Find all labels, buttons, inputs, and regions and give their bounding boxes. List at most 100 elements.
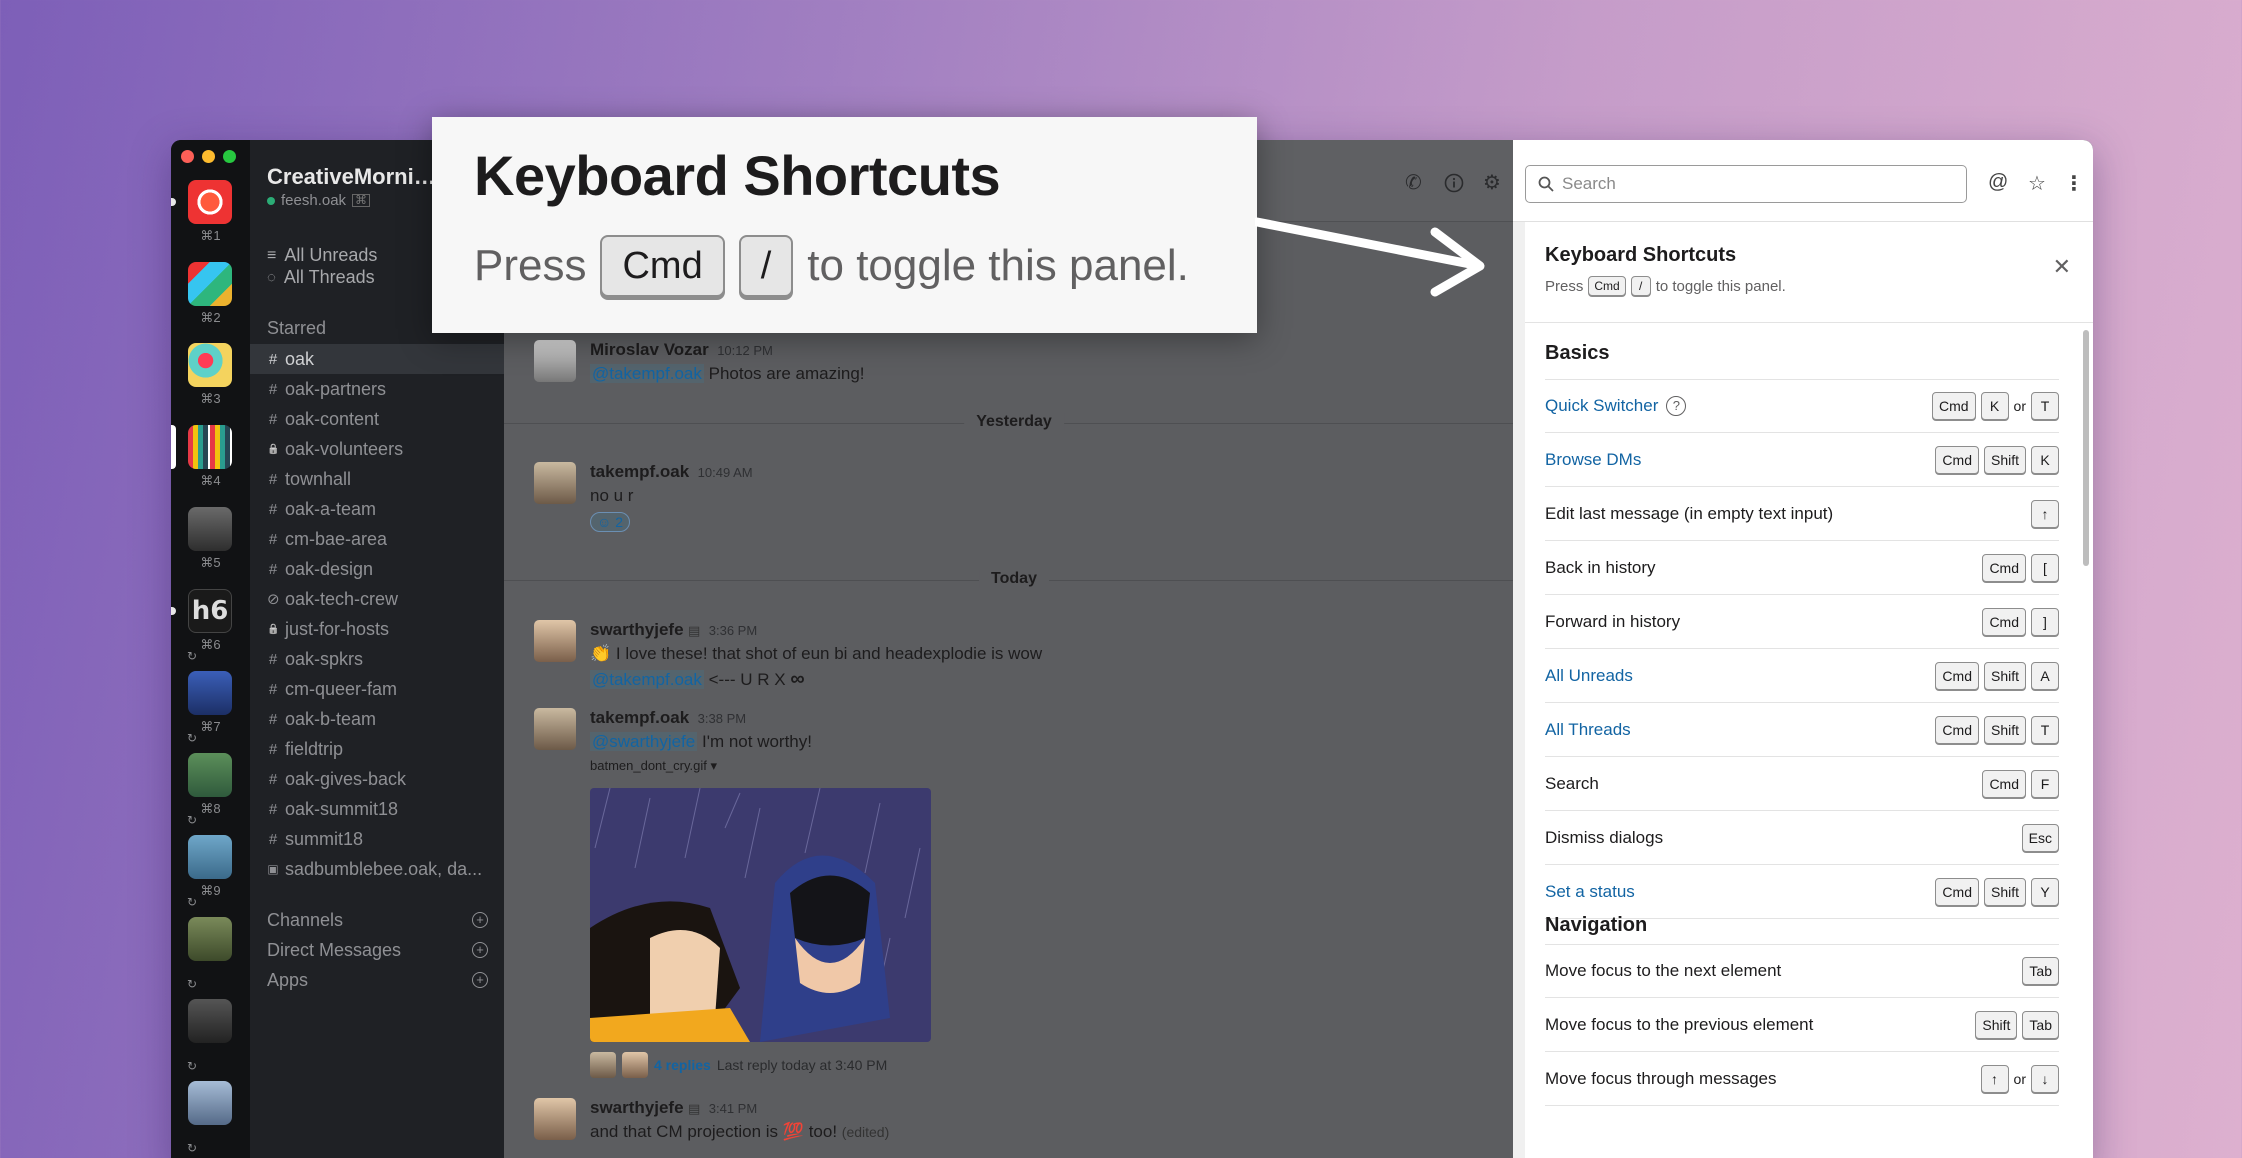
- workspace-4-icon[interactable]: [188, 425, 232, 469]
- add-dm-icon[interactable]: +: [472, 942, 488, 958]
- channels-header[interactable]: Channels: [267, 910, 343, 931]
- navigation-heading: Navigation: [1545, 914, 1648, 936]
- avatar[interactable]: [534, 708, 576, 750]
- workspace-5-icon[interactable]: [188, 507, 232, 551]
- shortcut-row[interactable]: Quick Switcher? Cmd Kor T: [1545, 379, 2059, 433]
- clap-emoji-icon: 👏: [590, 644, 612, 663]
- close-window-button[interactable]: [181, 150, 194, 163]
- add-app-icon[interactable]: +: [472, 972, 488, 988]
- avatar[interactable]: [534, 340, 576, 382]
- message-time[interactable]: 10:12 PM: [717, 343, 773, 358]
- more-options-icon[interactable]: ⋮: [2064, 171, 2084, 196]
- message-author[interactable]: swarthyjefe: [590, 620, 684, 639]
- sidebar-item-oak-b-team[interactable]: # oak-b-team: [250, 704, 504, 734]
- presence-dot: [267, 196, 275, 205]
- mentions-icon[interactable]: @: [1988, 171, 2008, 194]
- mention-link[interactable]: @takempf.oak: [590, 364, 704, 383]
- avatar[interactable]: [534, 620, 576, 662]
- gif-attachment[interactable]: [590, 788, 931, 1042]
- workspace-shortcut-label: ⌘8: [200, 801, 221, 816]
- sidebar-item-oak-summit18[interactable]: # oak-summit18: [250, 794, 504, 824]
- workspace-7-icon[interactable]: [188, 671, 232, 715]
- shortcut-label[interactable]: Set a status: [1545, 882, 1635, 902]
- workspace-extra-icon[interactable]: [188, 917, 232, 961]
- all-unreads-nav[interactable]: ≡ All Unreads: [267, 245, 377, 266]
- shortcut-label: Dismiss dialogs: [1545, 828, 1663, 848]
- add-channel-icon[interactable]: +: [472, 912, 488, 928]
- sidebar-item-just-for-hosts[interactable]: 🔒 just-for-hosts: [250, 614, 504, 644]
- sidebar-item-fieldtrip[interactable]: # fieldtrip: [250, 734, 504, 764]
- kbd-key: ]: [2031, 607, 2059, 636]
- workspace-1-icon[interactable]: [188, 180, 232, 224]
- sidebar-item-oak-a-team[interactable]: # oak-a-team: [250, 494, 504, 524]
- file-name[interactable]: batmen_dont_cry.gif ▾: [590, 758, 812, 774]
- sidebar-item-oak-spkrs[interactable]: # oak-spkrs: [250, 644, 504, 674]
- workspace-8-icon[interactable]: [188, 753, 232, 797]
- all-threads-nav[interactable]: ◌ All Threads: [267, 267, 375, 288]
- reaction-pill[interactable]: ☺ 2: [590, 512, 630, 532]
- shortcut-row[interactable]: Set a status Cmd Shift Y: [1545, 865, 2059, 919]
- replies-link[interactable]: 4 replies: [654, 1057, 711, 1073]
- info-icon[interactable]: [1444, 173, 1464, 193]
- message-time[interactable]: 10:49 AM: [698, 465, 753, 480]
- sidebar-item-oak-volunteers[interactable]: 🔒 oak-volunteers: [250, 434, 504, 464]
- message-content: I love these! that shot of eun bi and he…: [615, 644, 1043, 663]
- sidebar-item-oak-tech-crew[interactable]: ⊘ oak-tech-crew: [250, 584, 504, 614]
- workspace-3-icon[interactable]: [188, 343, 232, 387]
- sidebar-item-oak-gives-back[interactable]: # oak-gives-back: [250, 764, 504, 794]
- sidebar-item-cm-queer-fam[interactable]: # cm-queer-fam: [250, 674, 504, 704]
- user-status[interactable]: feesh.oak ⌘: [267, 192, 371, 209]
- message-author[interactable]: takempf.oak: [590, 708, 689, 727]
- avatar[interactable]: [534, 462, 576, 504]
- shortcut-label: Move focus through messages: [1545, 1069, 1777, 1089]
- workspace-extra-icon[interactable]: [188, 1081, 232, 1125]
- shortcut-row[interactable]: All Unreads Cmd Shift A: [1545, 649, 2059, 703]
- mention-link[interactable]: @swarthyjefe: [590, 732, 698, 751]
- shortcut-row[interactable]: Browse DMs Cmd Shift K: [1545, 433, 2059, 487]
- channel-name: oak-b-team: [285, 708, 377, 729]
- sidebar-item-townhall[interactable]: # townhall: [250, 464, 504, 494]
- message-author[interactable]: Miroslav Vozar: [590, 340, 709, 359]
- starred-header[interactable]: Starred: [267, 318, 326, 339]
- sidebar-item-oak-design[interactable]: # oak-design: [250, 554, 504, 584]
- zoom-window-button[interactable]: [223, 150, 236, 163]
- help-icon[interactable]: ?: [1666, 396, 1687, 416]
- shortcut-label[interactable]: Browse DMs: [1545, 450, 1641, 470]
- star-icon[interactable]: ☆: [2028, 171, 2046, 196]
- workspace-extra-icon[interactable]: [188, 999, 232, 1043]
- apps-header[interactable]: Apps: [267, 970, 308, 991]
- sidebar-item-oak-content[interactable]: # oak-content: [250, 404, 504, 434]
- message-time[interactable]: 3:36 PM: [709, 623, 757, 638]
- shortcut-label-text: Forward in history: [1545, 611, 1681, 631]
- callout-subtitle: Press Cmd / to toggle this panel.: [474, 235, 1189, 297]
- phone-icon[interactable]: ✆: [1405, 170, 1422, 195]
- thread-replies[interactable]: 4 replies Last reply today at 3:40 PM: [590, 1052, 887, 1078]
- scrollbar[interactable]: [2083, 330, 2089, 566]
- shortcut-row[interactable]: All Threads Cmd Shift T: [1545, 703, 2059, 757]
- shortcut-label[interactable]: Quick Switcher?: [1545, 396, 1687, 416]
- search-input[interactable]: Search: [1525, 165, 1967, 203]
- dm-header[interactable]: Direct Messages: [267, 940, 401, 961]
- mention-link[interactable]: @takempf.oak: [590, 670, 704, 689]
- workspace-9-icon[interactable]: [188, 835, 232, 879]
- shortcut-label[interactable]: All Unreads: [1545, 666, 1633, 686]
- avatar[interactable]: [534, 1098, 576, 1140]
- sidebar-item-oak[interactable]: # oak: [250, 344, 504, 374]
- sidebar-item-cm-bae-area[interactable]: # cm-bae-area: [250, 524, 504, 554]
- window-controls: [181, 150, 236, 163]
- sidebar-item-oak-partners[interactable]: # oak-partners: [250, 374, 504, 404]
- message-time[interactable]: 3:41 PM: [709, 1101, 757, 1116]
- workspace-6-icon[interactable]: h6: [188, 589, 232, 633]
- kbd-key: T: [2031, 715, 2059, 744]
- message-author[interactable]: swarthyjefe: [590, 1098, 684, 1117]
- sidebar-item-sadbumblebee-oak-da[interactable]: ▣ sadbumblebee.oak, da...: [250, 854, 504, 884]
- message-author[interactable]: takempf.oak: [590, 462, 689, 481]
- message-time[interactable]: 3:38 PM: [698, 711, 746, 726]
- minimize-window-button[interactable]: [202, 150, 215, 163]
- sidebar-item-summit18[interactable]: # summit18: [250, 824, 504, 854]
- team-name[interactable]: CreativeMornin...: [267, 164, 442, 190]
- shortcut-label[interactable]: All Threads: [1545, 720, 1631, 740]
- workspace-2-icon[interactable]: [188, 262, 232, 306]
- gear-icon[interactable]: ⚙: [1483, 170, 1501, 195]
- close-icon[interactable]: ✕: [2053, 254, 2071, 280]
